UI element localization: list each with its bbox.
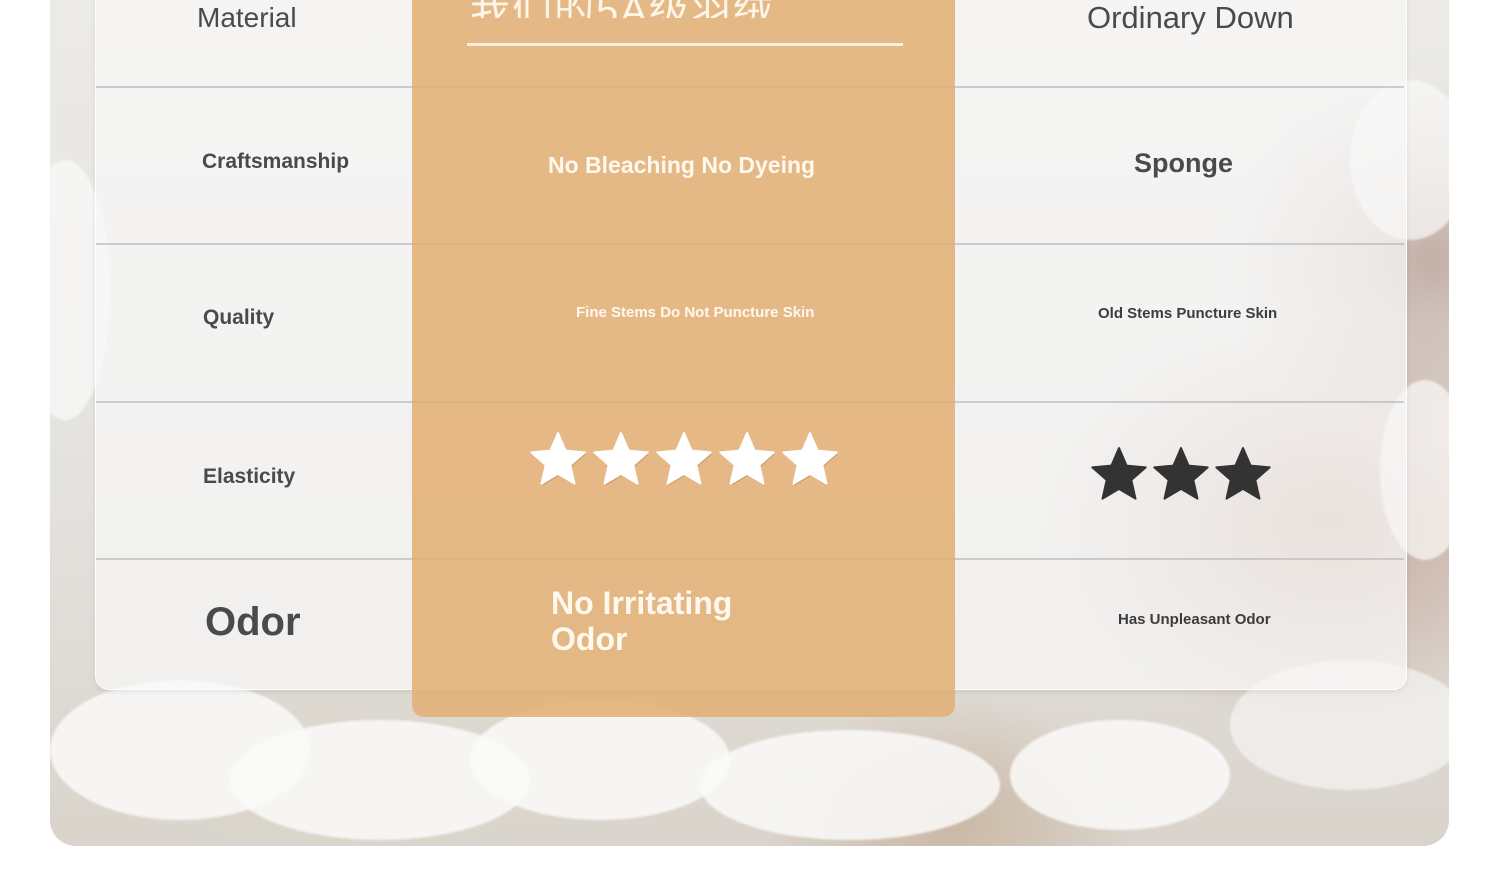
ours-odor-line1: No Irritating bbox=[551, 585, 733, 621]
ours-quality: Fine Stems Do Not Puncture Skin bbox=[576, 304, 815, 321]
star-icon bbox=[655, 430, 713, 493]
star-icon bbox=[1214, 445, 1272, 508]
row-label-odor: Odor bbox=[205, 600, 301, 644]
column-header-ours: 我们的5A级羽绒 bbox=[470, 0, 910, 18]
star-icon bbox=[718, 430, 776, 493]
row-label-material: Material bbox=[197, 2, 297, 33]
star-icon bbox=[1152, 445, 1210, 508]
star-icon bbox=[1090, 445, 1148, 508]
row-label-quality: Quality bbox=[203, 306, 275, 329]
ours-craftsmanship: No Bleaching No Dyeing bbox=[548, 152, 816, 178]
row-label-elasticity: Elasticity bbox=[203, 465, 296, 488]
row-label-craftsmanship: Craftsmanship bbox=[202, 150, 350, 173]
star-icon bbox=[592, 430, 650, 493]
ordinary-craftsmanship: Sponge bbox=[1134, 148, 1233, 178]
star-icon bbox=[781, 430, 839, 493]
ours-odor-line2: Odor bbox=[551, 621, 628, 657]
ordinary-quality: Old Stems Puncture Skin bbox=[1098, 305, 1278, 322]
ordinary-odor: Has Unpleasant Odor bbox=[1118, 611, 1271, 628]
ordinary-elasticity-rating bbox=[1090, 445, 1272, 508]
star-icon bbox=[529, 430, 587, 493]
ours-elasticity-rating bbox=[529, 430, 839, 493]
column-header-ordinary: Ordinary Down bbox=[1087, 0, 1294, 35]
header-underline bbox=[467, 43, 903, 46]
